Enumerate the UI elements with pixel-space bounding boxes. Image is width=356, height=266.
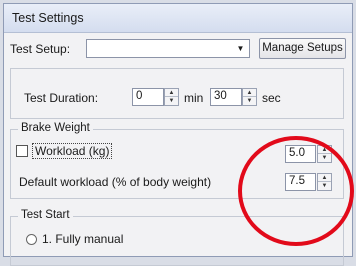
- test-duration-label: Test Duration:: [24, 91, 99, 105]
- test-setup-dropdown[interactable]: ▼: [86, 39, 250, 58]
- default-workload-label: Default workload (% of body weight): [19, 175, 212, 189]
- manage-setups-button[interactable]: Manage Setups: [259, 38, 346, 59]
- workload-stepper[interactable]: ▲ ▼: [317, 145, 332, 163]
- arrow-up-icon[interactable]: ▲: [318, 146, 331, 154]
- arrow-down-icon[interactable]: ▼: [318, 154, 331, 162]
- workload-input[interactable]: 5.0: [285, 145, 316, 163]
- chevron-down-icon[interactable]: ▼: [234, 42, 247, 55]
- arrow-up-icon[interactable]: ▲: [318, 174, 331, 182]
- duration-minutes-value: 0: [136, 90, 143, 102]
- fully-manual-radio[interactable]: [26, 234, 37, 245]
- test-settings-window: Test Settings Test Setup: ▼ Manage Setup…: [3, 3, 353, 266]
- workload-value: 5.0: [289, 147, 305, 159]
- arrow-down-icon[interactable]: ▼: [165, 97, 178, 105]
- default-workload-value: 7.5: [289, 175, 305, 187]
- arrow-down-icon[interactable]: ▼: [318, 182, 331, 190]
- brake-weight-legend: Brake Weight: [18, 122, 93, 134]
- arrow-up-icon[interactable]: ▲: [165, 89, 178, 97]
- default-workload-stepper[interactable]: ▲ ▼: [317, 173, 332, 191]
- seconds-stepper[interactable]: ▲ ▼: [242, 88, 257, 106]
- workload-label[interactable]: Workload (kg): [32, 143, 113, 159]
- seconds-unit: sec: [262, 91, 281, 105]
- duration-seconds-value: 30: [214, 90, 227, 102]
- default-workload-input[interactable]: 7.5: [285, 173, 316, 191]
- minutes-stepper[interactable]: ▲ ▼: [164, 88, 179, 106]
- duration-minutes-input[interactable]: 0: [132, 88, 164, 106]
- workload-checkbox[interactable]: [16, 145, 28, 157]
- window-title: Test Settings: [4, 4, 352, 33]
- arrow-down-icon[interactable]: ▼: [243, 97, 256, 105]
- test-setup-label: Test Setup:: [10, 42, 71, 56]
- duration-seconds-input[interactable]: 30: [210, 88, 242, 106]
- minutes-unit: min: [184, 91, 204, 105]
- test-start-legend: Test Start: [18, 209, 73, 221]
- fully-manual-label[interactable]: 1. Fully manual: [42, 232, 123, 246]
- arrow-up-icon[interactable]: ▲: [243, 89, 256, 97]
